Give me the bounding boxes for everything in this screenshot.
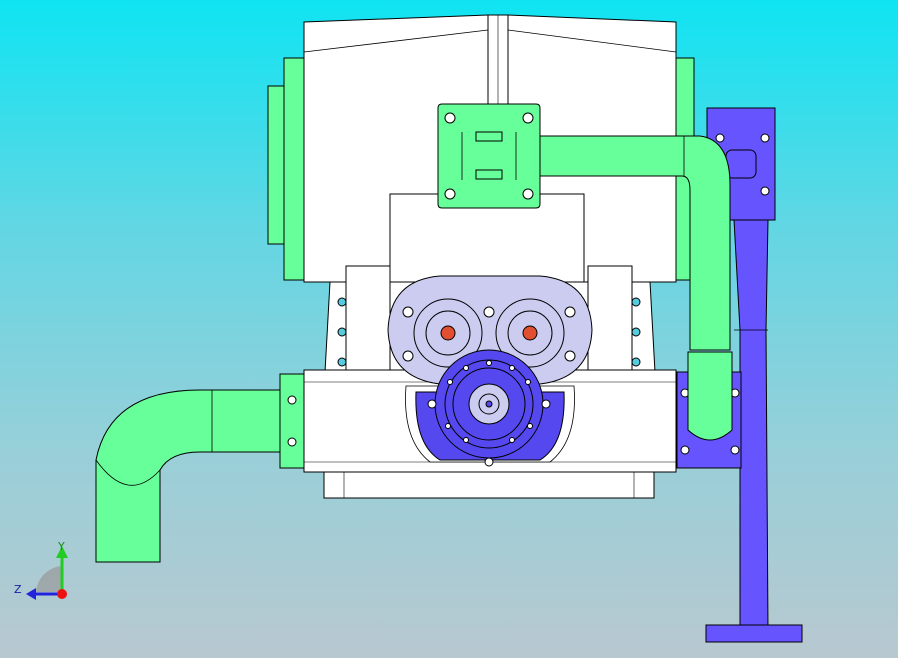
cad-viewport[interactable]: Y Z	[0, 0, 898, 658]
triad-origin-icon	[57, 589, 67, 599]
orientation-triad: Y Z	[14, 540, 68, 600]
triad-z-label: Z	[14, 583, 22, 596]
engine-model[interactable]: Y Z	[0, 0, 898, 658]
green-intake-pipe-left[interactable]	[95, 389, 281, 563]
triad-arc	[36, 566, 62, 592]
triad-y-label: Y	[57, 540, 65, 553]
